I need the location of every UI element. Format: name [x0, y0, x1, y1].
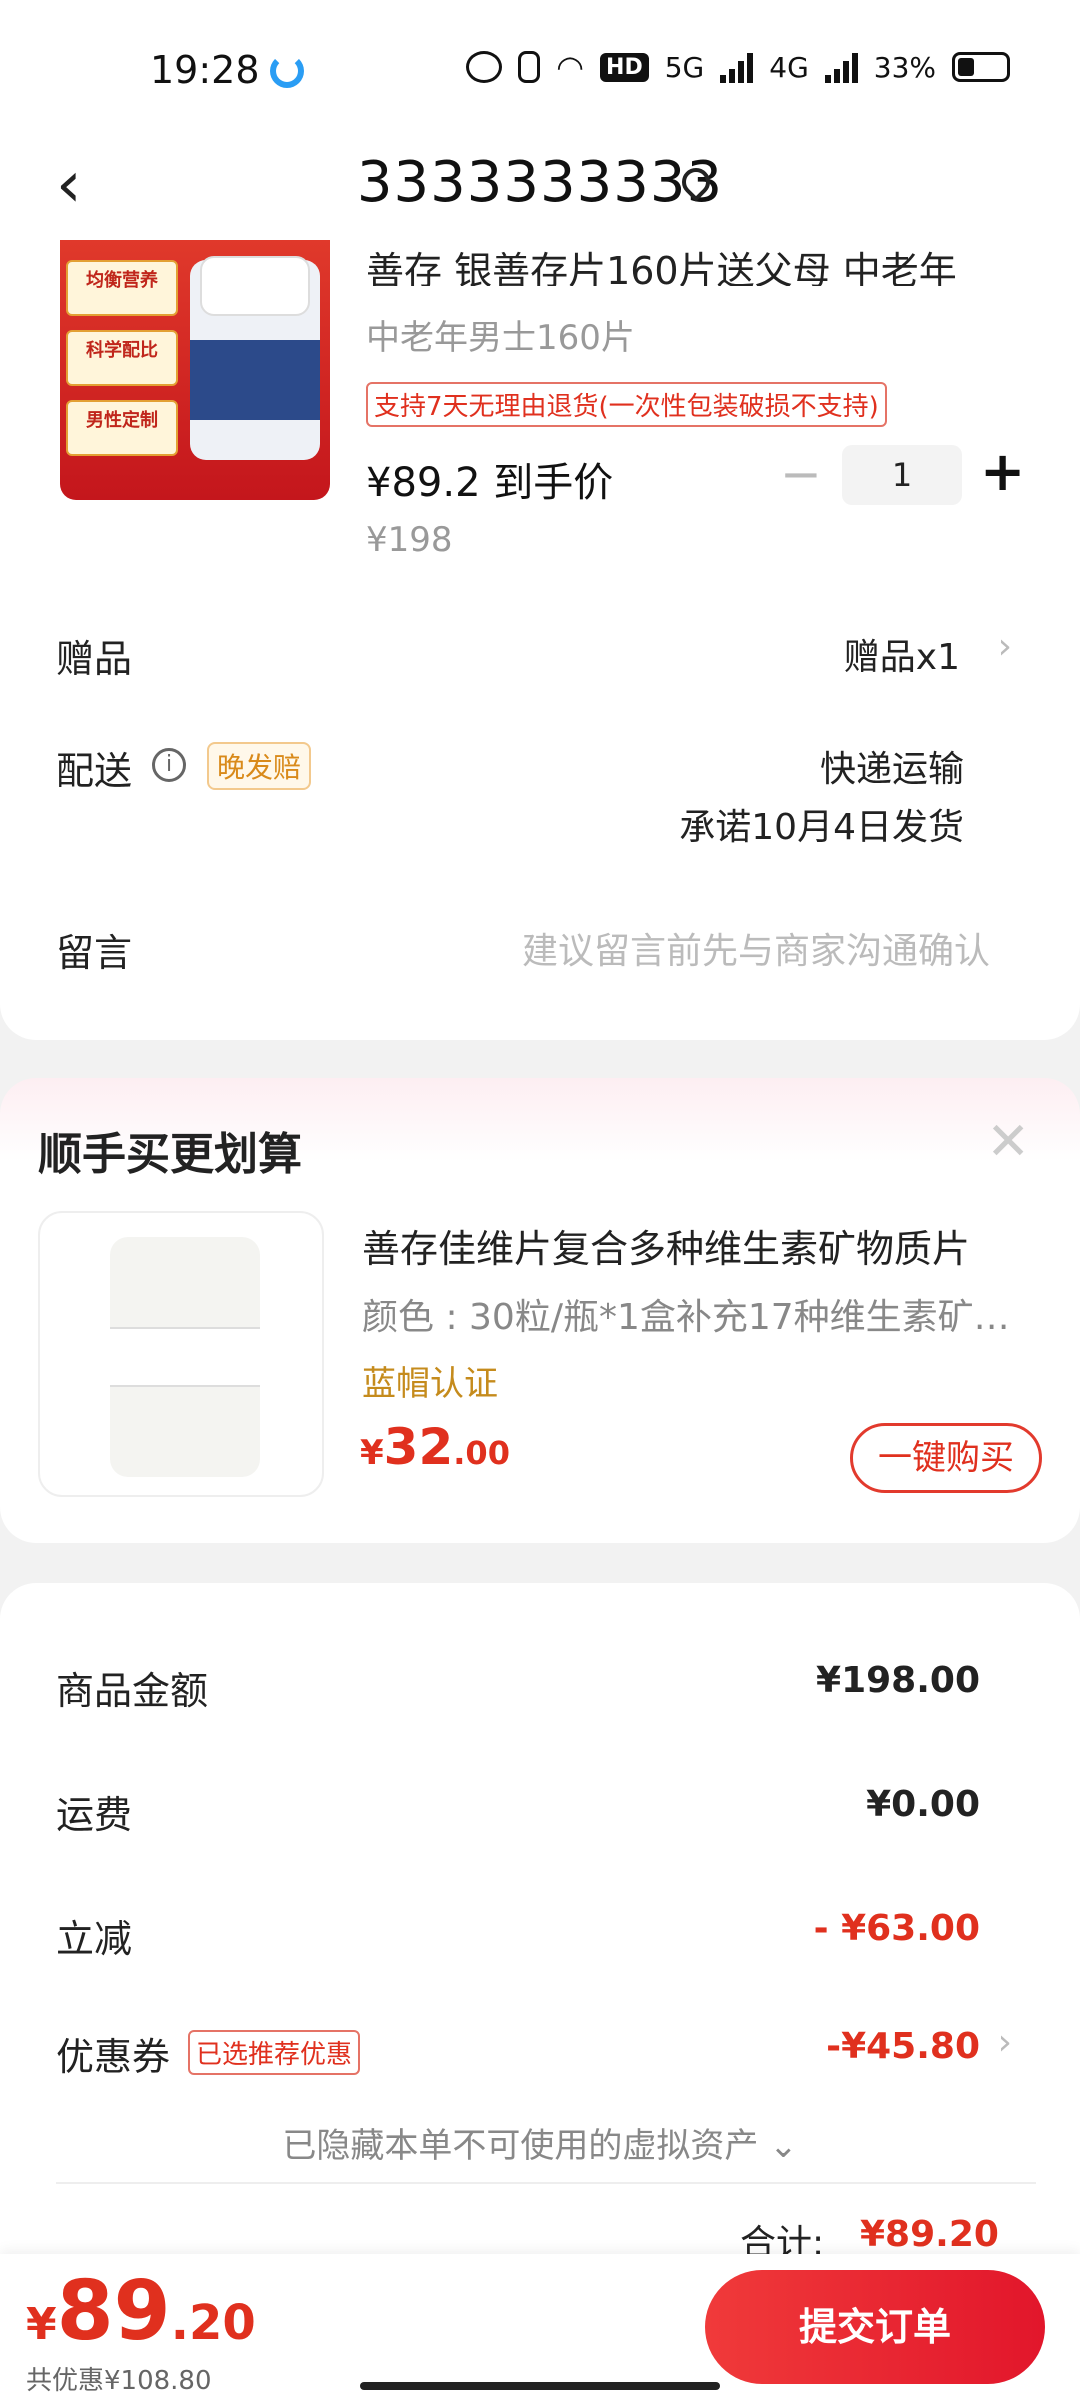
gift-value[interactable]: 赠品x1: [844, 628, 960, 680]
delivery-label: 配送: [56, 749, 133, 793]
upsell-price: ¥32.00: [360, 1418, 510, 1476]
alarm-icon: [466, 51, 503, 83]
loading-icon: [270, 54, 304, 88]
price-currency: ¥: [26, 2299, 57, 2350]
signal-icon-2: [824, 51, 858, 83]
upsell-product-image[interactable]: [38, 1211, 324, 1497]
price-decimal: .20: [170, 2295, 256, 2351]
product-name: 善存 银善存片160片送父母 中老年: [366, 249, 957, 286]
quantity-decrease-button[interactable]: −: [780, 445, 822, 503]
price-integer: 32: [383, 1418, 454, 1476]
total-saved: 共优惠¥108.80: [26, 2366, 212, 2396]
coupon-value[interactable]: -¥45.80: [826, 2026, 980, 2067]
product-price: ¥89.2 到手价: [366, 460, 614, 506]
upsell-certification: 蓝帽认证: [362, 1364, 498, 1404]
product-original-price: ¥198: [366, 520, 453, 560]
vibrate-icon: [518, 51, 541, 83]
bottle-graphic: [190, 256, 320, 460]
divider: [56, 2182, 1036, 2184]
goods-amount-value: ¥198.00: [816, 1660, 980, 1701]
price-integer: 89: [56, 2264, 171, 2359]
nav-bar: ‹ 3333333333: [0, 130, 1080, 240]
bottle-graphic: [110, 1237, 260, 1477]
goods-amount-label: 商品金额: [56, 1669, 209, 1713]
product-image[interactable]: 均衡营养 科学配比 男性定制: [60, 240, 330, 500]
battery-percent: 33%: [873, 50, 936, 84]
status-icons: ◠ HD 5G 4G 33%: [466, 48, 1010, 86]
status-bar: 19:28 ◠ HD 5G 4G 33%: [0, 0, 1080, 130]
battery-icon: [952, 52, 1010, 82]
product-tag: 均衡营养: [66, 260, 178, 316]
info-icon[interactable]: i: [152, 748, 186, 782]
payable-price: ¥89.20: [26, 2264, 256, 2359]
late-delivery-badge: 晚发赔: [207, 742, 312, 790]
network-4g-label: 4G: [769, 50, 809, 84]
submit-order-button[interactable]: 提交订单: [705, 2270, 1045, 2384]
upsell-title: 顺手买更划算: [38, 1129, 302, 1180]
product-tag: 科学配比: [66, 330, 178, 386]
network-5g-label: 5G: [664, 50, 705, 84]
delivery-promise: 承诺10月4日发货: [679, 807, 964, 848]
message-label: 留言: [56, 931, 133, 975]
quantity-field[interactable]: 1: [842, 445, 962, 505]
home-indicator[interactable]: [360, 2382, 720, 2390]
upsell-product-color: 颜色 : 30粒/瓶*1盒补充17种维生素矿物质: [362, 1297, 1042, 1338]
checkout-bar: ¥89.20 共优惠¥108.80 提交订单: [0, 2254, 1080, 2400]
price-decimal: .00: [453, 1434, 510, 1472]
signal-icon: [720, 51, 754, 83]
coupon-recommended-badge: 已选推荐优惠: [188, 2030, 361, 2075]
delivery-method: 快递运输: [819, 749, 964, 790]
page-title: 3333333333: [356, 150, 724, 215]
product-spec: 中老年男士160片: [366, 318, 635, 358]
upsell-product-name[interactable]: 善存佳维片复合多种维生素矿物质片: [362, 1218, 1042, 1273]
chevron-right-icon[interactable]: ›: [998, 2022, 1012, 2063]
quantity-increase-button[interactable]: +: [980, 440, 1025, 503]
shipping-label: 运费: [56, 1793, 133, 1837]
hidden-assets-toggle[interactable]: 已隐藏本单不可使用的虚拟资产 ⌄: [0, 2118, 1080, 2167]
chevron-right-icon[interactable]: ›: [998, 626, 1012, 667]
price-currency: ¥: [360, 1433, 384, 1473]
shipping-value: ¥0.00: [866, 1784, 980, 1825]
message-input[interactable]: 建议留言前先与商家沟通确认: [522, 922, 990, 974]
upsell-card: 顺手买更划算 ✕ 善存佳维片复合多种维生素矿物质片 颜色 : 30粒/瓶*1盒补…: [0, 1078, 1080, 1543]
wifi-icon: ◠: [556, 48, 585, 86]
hd-icon: HD: [600, 52, 649, 82]
order-product-card: 均衡营养 科学配比 男性定制 善存 银善存片160片送父母 中老年 中老年男士1…: [0, 240, 1080, 1040]
discount-label: 立减: [56, 1917, 133, 1961]
discount-value: - ¥63.00: [813, 1908, 980, 1949]
close-icon[interactable]: ✕: [986, 1112, 1030, 1172]
product-tag: 男性定制: [66, 400, 178, 456]
gift-label: 赠品: [56, 637, 133, 681]
return-policy-badge: 支持7天无理由退货(一次性包装破损不支持): [366, 382, 887, 427]
status-time: 19:28: [150, 48, 260, 92]
total-value: ¥89.20: [860, 2214, 999, 2255]
coupon-label: 优惠券: [56, 2035, 171, 2079]
one-click-buy-button[interactable]: 一键购买: [850, 1423, 1042, 1493]
